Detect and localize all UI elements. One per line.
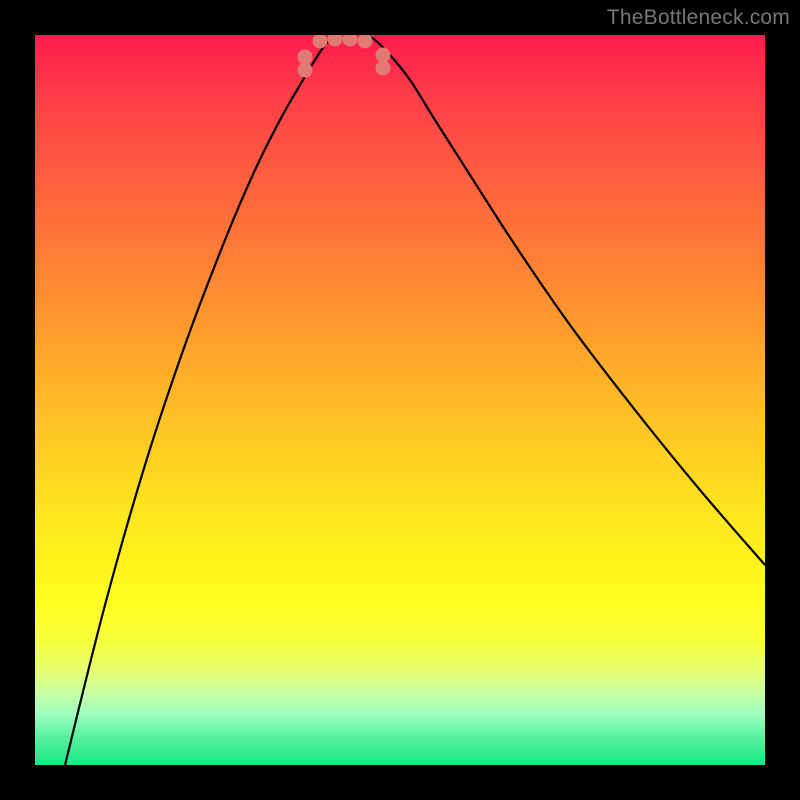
minimum-marker <box>376 48 391 63</box>
curve-left-branch <box>65 35 340 765</box>
watermark-text: TheBottleneck.com <box>607 6 790 30</box>
minimum-marker <box>298 50 313 65</box>
curve-right-branch <box>365 35 765 565</box>
chart-frame: TheBottleneck.com <box>0 0 800 800</box>
minimum-marker <box>376 61 391 76</box>
minimum-marker <box>298 63 313 78</box>
minimum-marker <box>313 35 328 49</box>
chart-plot-area <box>35 35 765 765</box>
minimum-marker <box>358 35 373 49</box>
minimum-marker <box>328 35 343 47</box>
bottleneck-curve <box>35 35 765 765</box>
minimum-marker <box>343 35 358 47</box>
